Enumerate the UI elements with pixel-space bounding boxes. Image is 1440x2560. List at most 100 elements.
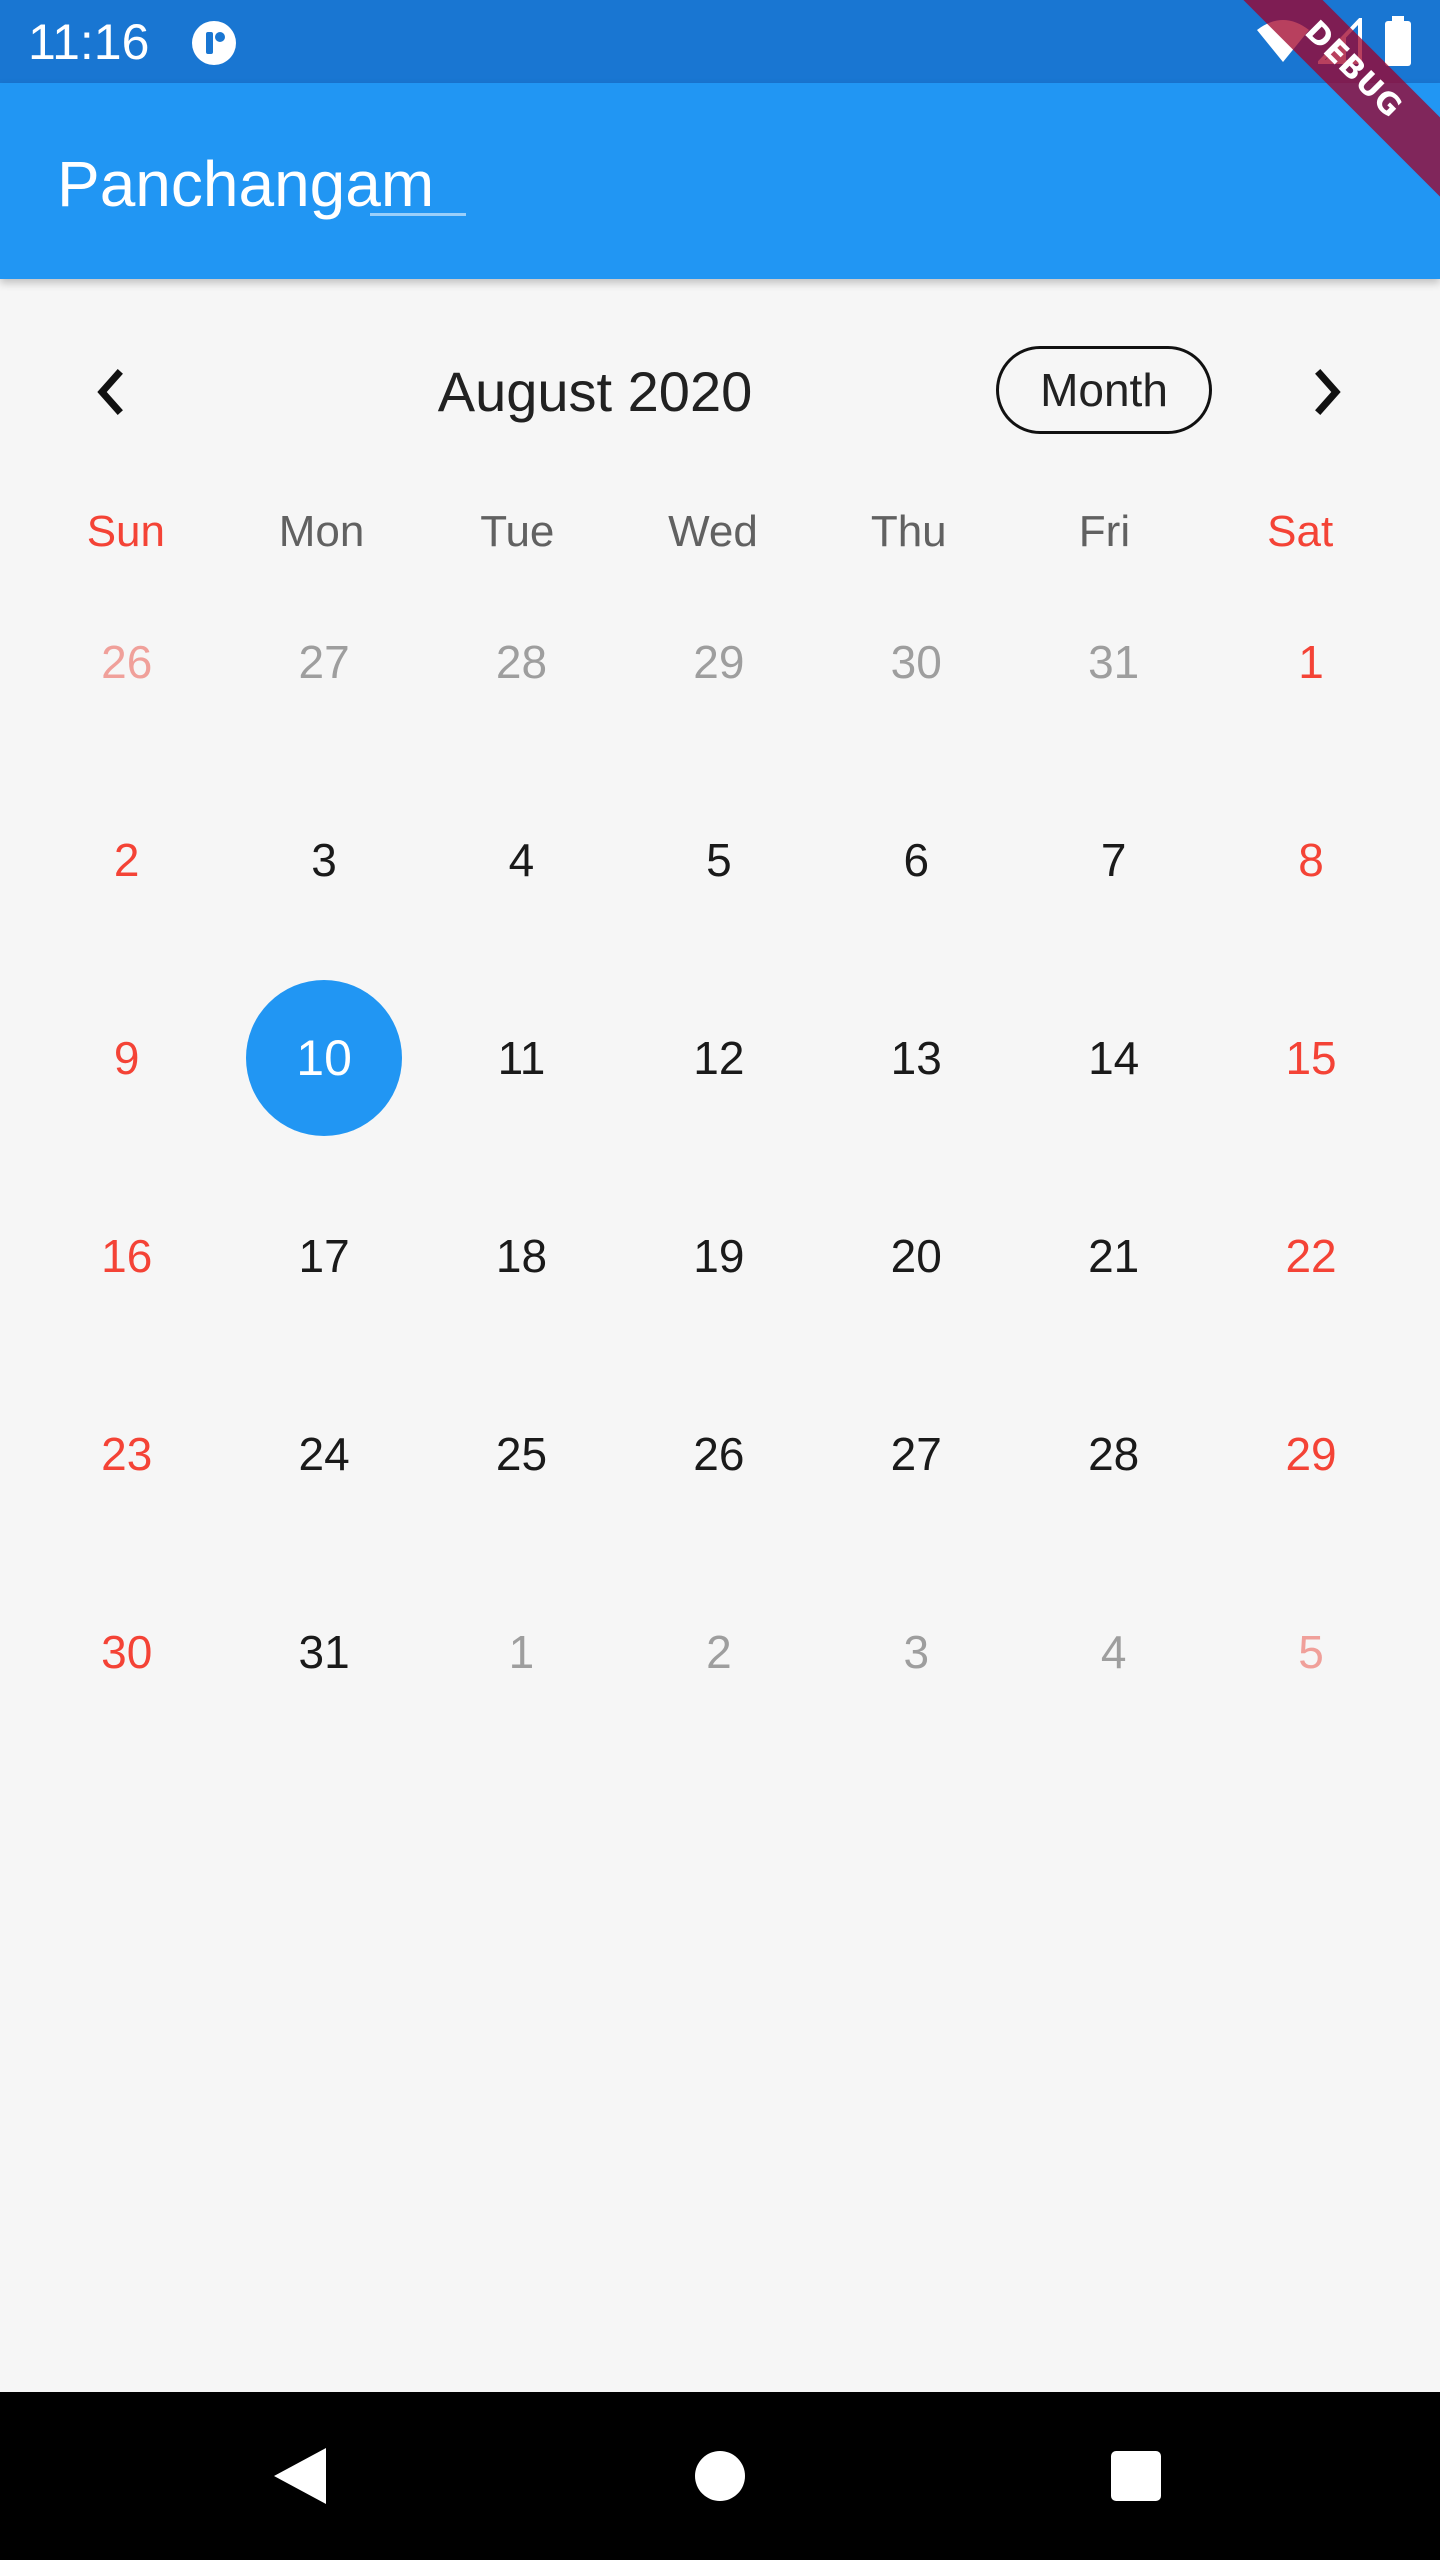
day-cell[interactable]: 16: [28, 1194, 225, 1392]
weekday-tue: Tue: [480, 507, 555, 556]
day-number: 6: [903, 834, 930, 886]
day-cell[interactable]: 1: [423, 1590, 620, 1788]
day-number: 13: [890, 1032, 942, 1084]
day-cell[interactable]: 24: [225, 1392, 422, 1590]
day-cell[interactable]: 31: [225, 1590, 422, 1788]
day-number: 11: [497, 1032, 546, 1084]
day-cell[interactable]: 15: [1212, 996, 1409, 1194]
day-cell[interactable]: 28: [1015, 1392, 1212, 1590]
day-cell[interactable]: 27: [818, 1392, 1015, 1590]
day-number: 31: [1088, 636, 1140, 688]
day-cell[interactable]: 26: [28, 600, 225, 798]
day-number: 28: [1088, 1428, 1140, 1480]
day-cell[interactable]: 28: [423, 600, 620, 798]
day-number: 28: [495, 636, 548, 688]
chevron-left-icon: [97, 369, 123, 415]
weekday-header: Sun Mon Tue Wed Thu Fri Sat: [28, 496, 1398, 568]
day-cell[interactable]: 27: [225, 600, 422, 798]
view-toggle-button[interactable]: Month: [996, 346, 1212, 434]
day-cell[interactable]: 3: [225, 798, 422, 996]
day-number: 18: [495, 1230, 548, 1282]
app-title: Panchangam: [57, 148, 435, 220]
weekday-wed: Wed: [668, 507, 758, 556]
day-cell[interactable]: 25: [423, 1392, 620, 1590]
recents-icon[interactable]: [1110, 2450, 1162, 2502]
day-cell[interactable]: 20: [818, 1194, 1015, 1392]
weekday-thu: Thu: [870, 507, 947, 556]
day-cell[interactable]: 11: [423, 996, 620, 1194]
system-nav-bar: [0, 2392, 1440, 2560]
day-cell-selected[interactable]: 10: [225, 980, 422, 1194]
battery-icon: [1385, 16, 1411, 66]
weekday-sat: Sat: [1267, 507, 1334, 556]
day-cell[interactable]: 5: [1212, 1590, 1409, 1788]
day-number: 1: [508, 1626, 535, 1678]
day-cell[interactable]: 26: [620, 1392, 817, 1590]
day-cell[interactable]: 30: [818, 600, 1015, 798]
day-number: 14: [1088, 1032, 1140, 1084]
day-number: 4: [1100, 1626, 1127, 1678]
home-icon[interactable]: [694, 2450, 746, 2502]
back-icon[interactable]: [270, 2444, 330, 2508]
day-number: 27: [890, 1428, 942, 1480]
day-number: 3: [903, 1626, 930, 1678]
day-number: 2: [113, 834, 140, 886]
day-cell[interactable]: 6: [818, 798, 1015, 996]
day-number: 5: [706, 834, 732, 886]
status-time: 11:16: [28, 14, 150, 70]
day-cell[interactable]: 3: [818, 1590, 1015, 1788]
signal-icon: [1318, 18, 1362, 64]
day-number: 20: [890, 1230, 942, 1282]
day-cell[interactable]: 14: [1015, 996, 1212, 1194]
day-cell[interactable]: 21: [1015, 1194, 1212, 1392]
day-number: 4: [508, 834, 535, 886]
prev-month-button[interactable]: [62, 344, 158, 440]
day-cell[interactable]: 18: [423, 1194, 620, 1392]
day-number: 30: [890, 636, 942, 688]
day-number: 8: [1298, 834, 1324, 886]
day-cell[interactable]: 4: [423, 798, 620, 996]
day-number: 23: [101, 1428, 153, 1480]
day-cell[interactable]: 2: [620, 1590, 817, 1788]
day-cell[interactable]: 8: [1212, 798, 1409, 996]
day-cell[interactable]: 9: [28, 996, 225, 1194]
weekday-fri: Fri: [1078, 507, 1131, 556]
screen: 11:16 Panchangam DEBUG August 2020 Month…: [0, 0, 1440, 2560]
day-cell[interactable]: 1: [1212, 600, 1409, 798]
day-cell[interactable]: 30: [28, 1590, 225, 1788]
next-month-button[interactable]: [1280, 344, 1376, 440]
day-cell[interactable]: 17: [225, 1194, 422, 1392]
day-number: 5: [1298, 1626, 1324, 1678]
day-number: 2: [706, 1626, 732, 1678]
day-cell[interactable]: 29: [1212, 1392, 1409, 1590]
day-cell[interactable]: 2: [28, 798, 225, 996]
day-number: 25: [495, 1428, 548, 1480]
day-cell[interactable]: 12: [620, 996, 817, 1194]
day-cell[interactable]: 31: [1015, 600, 1212, 798]
day-number: 10: [296, 1030, 352, 1086]
calendar-grid: 26 27 28 29 30 31 1 2 3 4 5 6 7 8 9 10 11 12 13 14 15 16 17 18 1…: [28, 600, 1410, 1788]
day-number: 30: [101, 1626, 153, 1678]
notification-icon: [192, 21, 236, 65]
day-cell[interactable]: 29: [620, 600, 817, 798]
day-number: 29: [693, 636, 745, 688]
day-cell[interactable]: 5: [620, 798, 817, 996]
day-number: 9: [113, 1032, 140, 1084]
title-underline: [370, 213, 466, 216]
weekday-mon: Mon: [278, 507, 365, 556]
day-number: 7: [1100, 834, 1127, 886]
day-cell[interactable]: 19: [620, 1194, 817, 1392]
wifi-icon: [1257, 20, 1309, 62]
day-number: 12: [693, 1032, 745, 1084]
day-cell[interactable]: 13: [818, 996, 1015, 1194]
day-cell[interactable]: 7: [1015, 798, 1212, 996]
chevron-right-icon: [1315, 369, 1341, 415]
day-cell[interactable]: 22: [1212, 1194, 1409, 1392]
day-number: 19: [693, 1230, 745, 1282]
day-number: 21: [1088, 1230, 1140, 1282]
day-cell[interactable]: 4: [1015, 1590, 1212, 1788]
day-number: 3: [311, 834, 337, 886]
day-number: 17: [298, 1230, 350, 1282]
day-number: 24: [298, 1428, 350, 1480]
day-cell[interactable]: 23: [28, 1392, 225, 1590]
